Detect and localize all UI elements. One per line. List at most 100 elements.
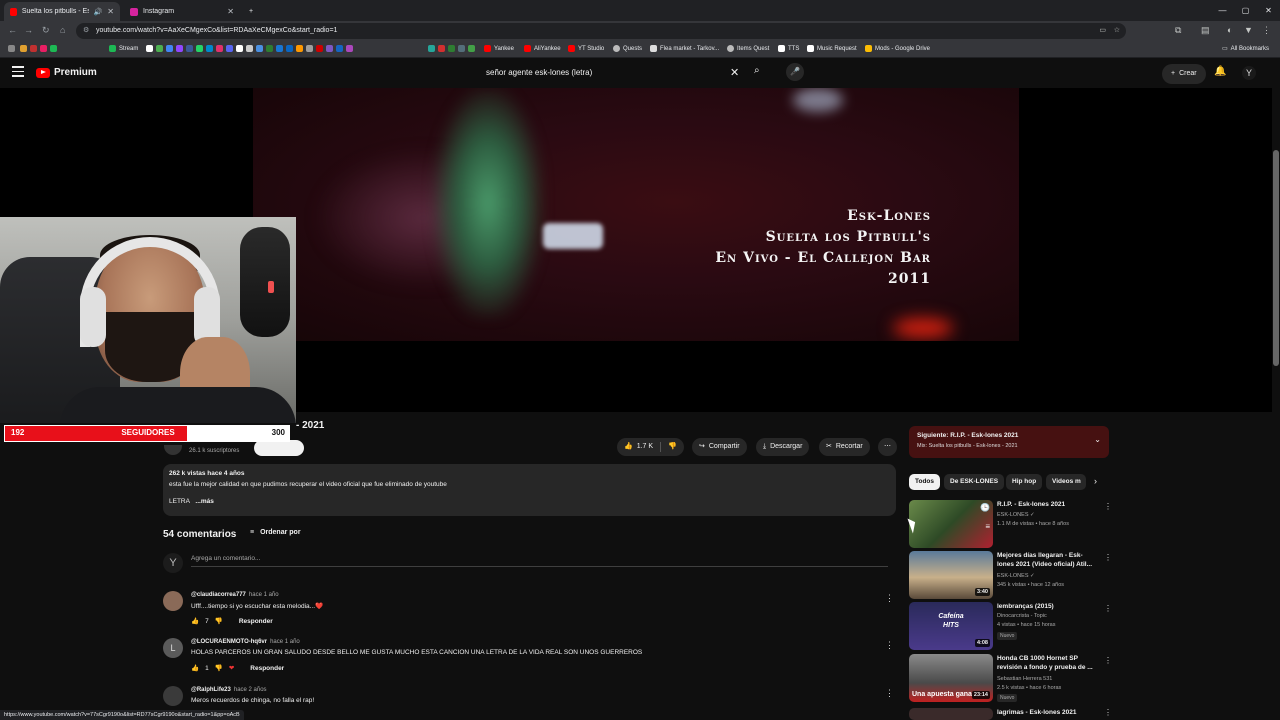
- chevron-down-icon[interactable]: ⌄: [1094, 435, 1101, 444]
- globe-icon: [727, 45, 734, 52]
- more-vertical-icon[interactable]: ⋮: [1104, 604, 1112, 613]
- sidebar-icon[interactable]: ▤: [1201, 25, 1210, 36]
- cast-icon[interactable]: ▭: [1099, 23, 1106, 39]
- add-comment-input[interactable]: Agrega un comentario...: [191, 555, 888, 567]
- description-box[interactable]: 262 k vistas hace 4 años esta fue la mej…: [163, 464, 896, 516]
- bookmark-yt-studio[interactable]: YT Studio: [568, 45, 604, 52]
- reload-icon[interactable]: ↻: [42, 25, 50, 36]
- recommendation-item[interactable]: 3:40 Mejores días llegaran - Esk-lones 2…: [909, 551, 1112, 601]
- more-actions-button[interactable]: ⋯: [878, 438, 897, 456]
- bookmark-icon-group[interactable]: [20, 45, 57, 52]
- address-bar[interactable]: ⚙ youtube.com/watch?v=AaXeCMgexCo&list=R…: [76, 23, 1126, 39]
- bookmark-mods-drive[interactable]: Mods - Google Drive: [865, 45, 930, 52]
- chip-videos[interactable]: Videos m: [1046, 474, 1086, 490]
- notifications-bell-icon[interactable]: 🔔: [1214, 66, 1226, 77]
- apps-icon[interactable]: [8, 45, 15, 52]
- bookmark-yankee[interactable]: Yankee: [484, 45, 514, 52]
- add-to-queue-icon[interactable]: ≡: [985, 522, 990, 531]
- new-tab-button[interactable]: +: [244, 2, 258, 21]
- comment-dislike-icon[interactable]: 👎: [215, 617, 223, 625]
- channel-avatar[interactable]: [164, 445, 182, 455]
- more-vertical-icon[interactable]: ⋮: [1104, 708, 1109, 717]
- share-button[interactable]: ↪ Compartir: [692, 438, 747, 456]
- video-thumbnail[interactable]: [909, 708, 993, 720]
- recommendation-item[interactable]: lagrimas - Esk-lones 2021 ⋮: [909, 708, 1109, 720]
- comment-time[interactable]: hace 1 año: [249, 592, 279, 598]
- chevron-right-icon[interactable]: ›: [1094, 476, 1097, 486]
- vpn-icon[interactable]: ▼: [1244, 25, 1253, 35]
- browser-tab-instagram[interactable]: Instagram ✕: [124, 2, 240, 21]
- hamburger-menu-icon[interactable]: [12, 66, 24, 78]
- account-avatar[interactable]: Y: [1242, 66, 1256, 80]
- download-button[interactable]: ⤓ Descargar: [756, 438, 810, 456]
- bookmark-music-request[interactable]: Music Request: [807, 45, 857, 52]
- bookmark-quests[interactable]: Quests: [613, 45, 642, 52]
- reply-button[interactable]: Responder: [239, 618, 273, 625]
- search-icon[interactable]: ⌕: [754, 65, 760, 76]
- comment-time[interactable]: hace 1 año: [270, 639, 300, 645]
- like-button[interactable]: 👍 1.7 K: [624, 438, 653, 456]
- home-icon[interactable]: ⌂: [60, 25, 65, 35]
- comment-like-icon[interactable]: 👍: [191, 617, 199, 625]
- comment-more-icon[interactable]: ⋮: [885, 640, 894, 651]
- voice-search-icon[interactable]: 🎤: [786, 63, 804, 81]
- bookmark-flea-market[interactable]: Flea market - Tarkov...: [650, 45, 719, 52]
- close-tab-icon[interactable]: ✕: [107, 7, 114, 16]
- comment-more-icon[interactable]: ⋮: [885, 688, 894, 699]
- sort-comments-button[interactable]: ≡ Ordenar por: [250, 529, 301, 536]
- bookmark-items-quest[interactable]: Items Quest: [727, 45, 769, 52]
- bookmark-stream[interactable]: Stream: [109, 45, 138, 52]
- more-vertical-icon[interactable]: ⋮: [1104, 553, 1112, 562]
- mix-playlist-header[interactable]: Siguiente: R.I.P. - Esk-lones 2021 Mix: …: [909, 426, 1109, 458]
- bookmark-icon-row-2[interactable]: [428, 45, 475, 52]
- menu-dots-icon[interactable]: ⋮: [1262, 25, 1271, 36]
- comment-dislike-icon[interactable]: 👎: [215, 664, 223, 672]
- site-info-icon[interactable]: ⚙: [83, 23, 89, 39]
- watch-later-icon[interactable]: 🕒: [980, 503, 990, 512]
- clip-button[interactable]: ✂ Recortar: [819, 438, 870, 456]
- profile-icon[interactable]: ◐: [1227, 25, 1232, 35]
- close-tab-icon[interactable]: ✕: [227, 7, 234, 16]
- dislike-button[interactable]: 👎: [668, 438, 677, 456]
- maximize-icon[interactable]: ▢: [1234, 0, 1257, 21]
- video-thumbnail[interactable]: Una apuesta gana 23:14: [909, 654, 993, 702]
- back-icon[interactable]: ←: [8, 25, 17, 35]
- video-thumbnail[interactable]: Cafeína HITS 4:08: [909, 602, 993, 650]
- chip-channel[interactable]: De ESK-LONES: [944, 474, 1005, 490]
- all-bookmarks[interactable]: ▭ All Bookmarks: [1222, 45, 1269, 53]
- more-vertical-icon[interactable]: ⋮: [1104, 502, 1112, 511]
- close-window-icon[interactable]: ✕: [1257, 0, 1280, 21]
- minimize-icon[interactable]: —: [1211, 0, 1234, 21]
- commenter-avatar[interactable]: [163, 591, 183, 611]
- bookmark-icon-row[interactable]: [146, 45, 353, 52]
- bookmark-star-icon[interactable]: ☆: [1114, 23, 1120, 39]
- browser-tab-youtube[interactable]: Suelta los pitbulls - Esk-lones 🔊 ✕: [4, 2, 120, 21]
- subscribe-button[interactable]: [254, 440, 304, 456]
- comment-time[interactable]: hace 2 años: [234, 687, 267, 693]
- scrollbar-thumb[interactable]: [1273, 150, 1279, 366]
- create-button[interactable]: + Crear: [1162, 64, 1206, 84]
- video-thumbnail[interactable]: 🕒 ≡: [909, 500, 993, 548]
- youtube-premium-logo[interactable]: Premium: [36, 67, 97, 78]
- clear-search-icon[interactable]: ✕: [730, 66, 739, 79]
- chip-all[interactable]: Todos: [909, 474, 941, 490]
- more-vertical-icon[interactable]: ⋮: [1104, 656, 1112, 665]
- extensions-icon[interactable]: ⧉: [1175, 25, 1181, 36]
- commenter-avatar[interactable]: L: [163, 638, 183, 658]
- show-more-link[interactable]: ...más: [195, 498, 213, 505]
- comment-author[interactable]: @claudiacorrea777: [191, 592, 246, 598]
- recommendation-item[interactable]: Cafeína HITS 4:08 lembranças (2015) Dino…: [909, 602, 1112, 652]
- video-thumbnail[interactable]: 3:40: [909, 551, 993, 599]
- comment-author[interactable]: @RalphLife23: [191, 687, 231, 693]
- forward-icon[interactable]: →: [24, 25, 33, 35]
- recommendation-item[interactable]: 🕒 ≡ R.I.P. - Esk-lones 2021 ESK-LONES ✓ …: [909, 500, 1112, 550]
- chip-hip-hop[interactable]: Hip hop: [1006, 474, 1043, 490]
- reply-button[interactable]: Responder: [250, 665, 284, 672]
- recommendation-item[interactable]: Una apuesta gana 23:14 Honda CB 1000 Hor…: [909, 654, 1112, 704]
- comment-author[interactable]: @LOCURAENMOTO-hq6vr: [191, 639, 267, 645]
- commenter-avatar[interactable]: [163, 686, 183, 706]
- comment-more-icon[interactable]: ⋮: [885, 593, 894, 604]
- comment-like-icon[interactable]: 👍: [191, 664, 199, 672]
- bookmark-tts[interactable]: TTS: [778, 45, 799, 52]
- bookmark-aliyankee[interactable]: AliYankee: [524, 45, 561, 52]
